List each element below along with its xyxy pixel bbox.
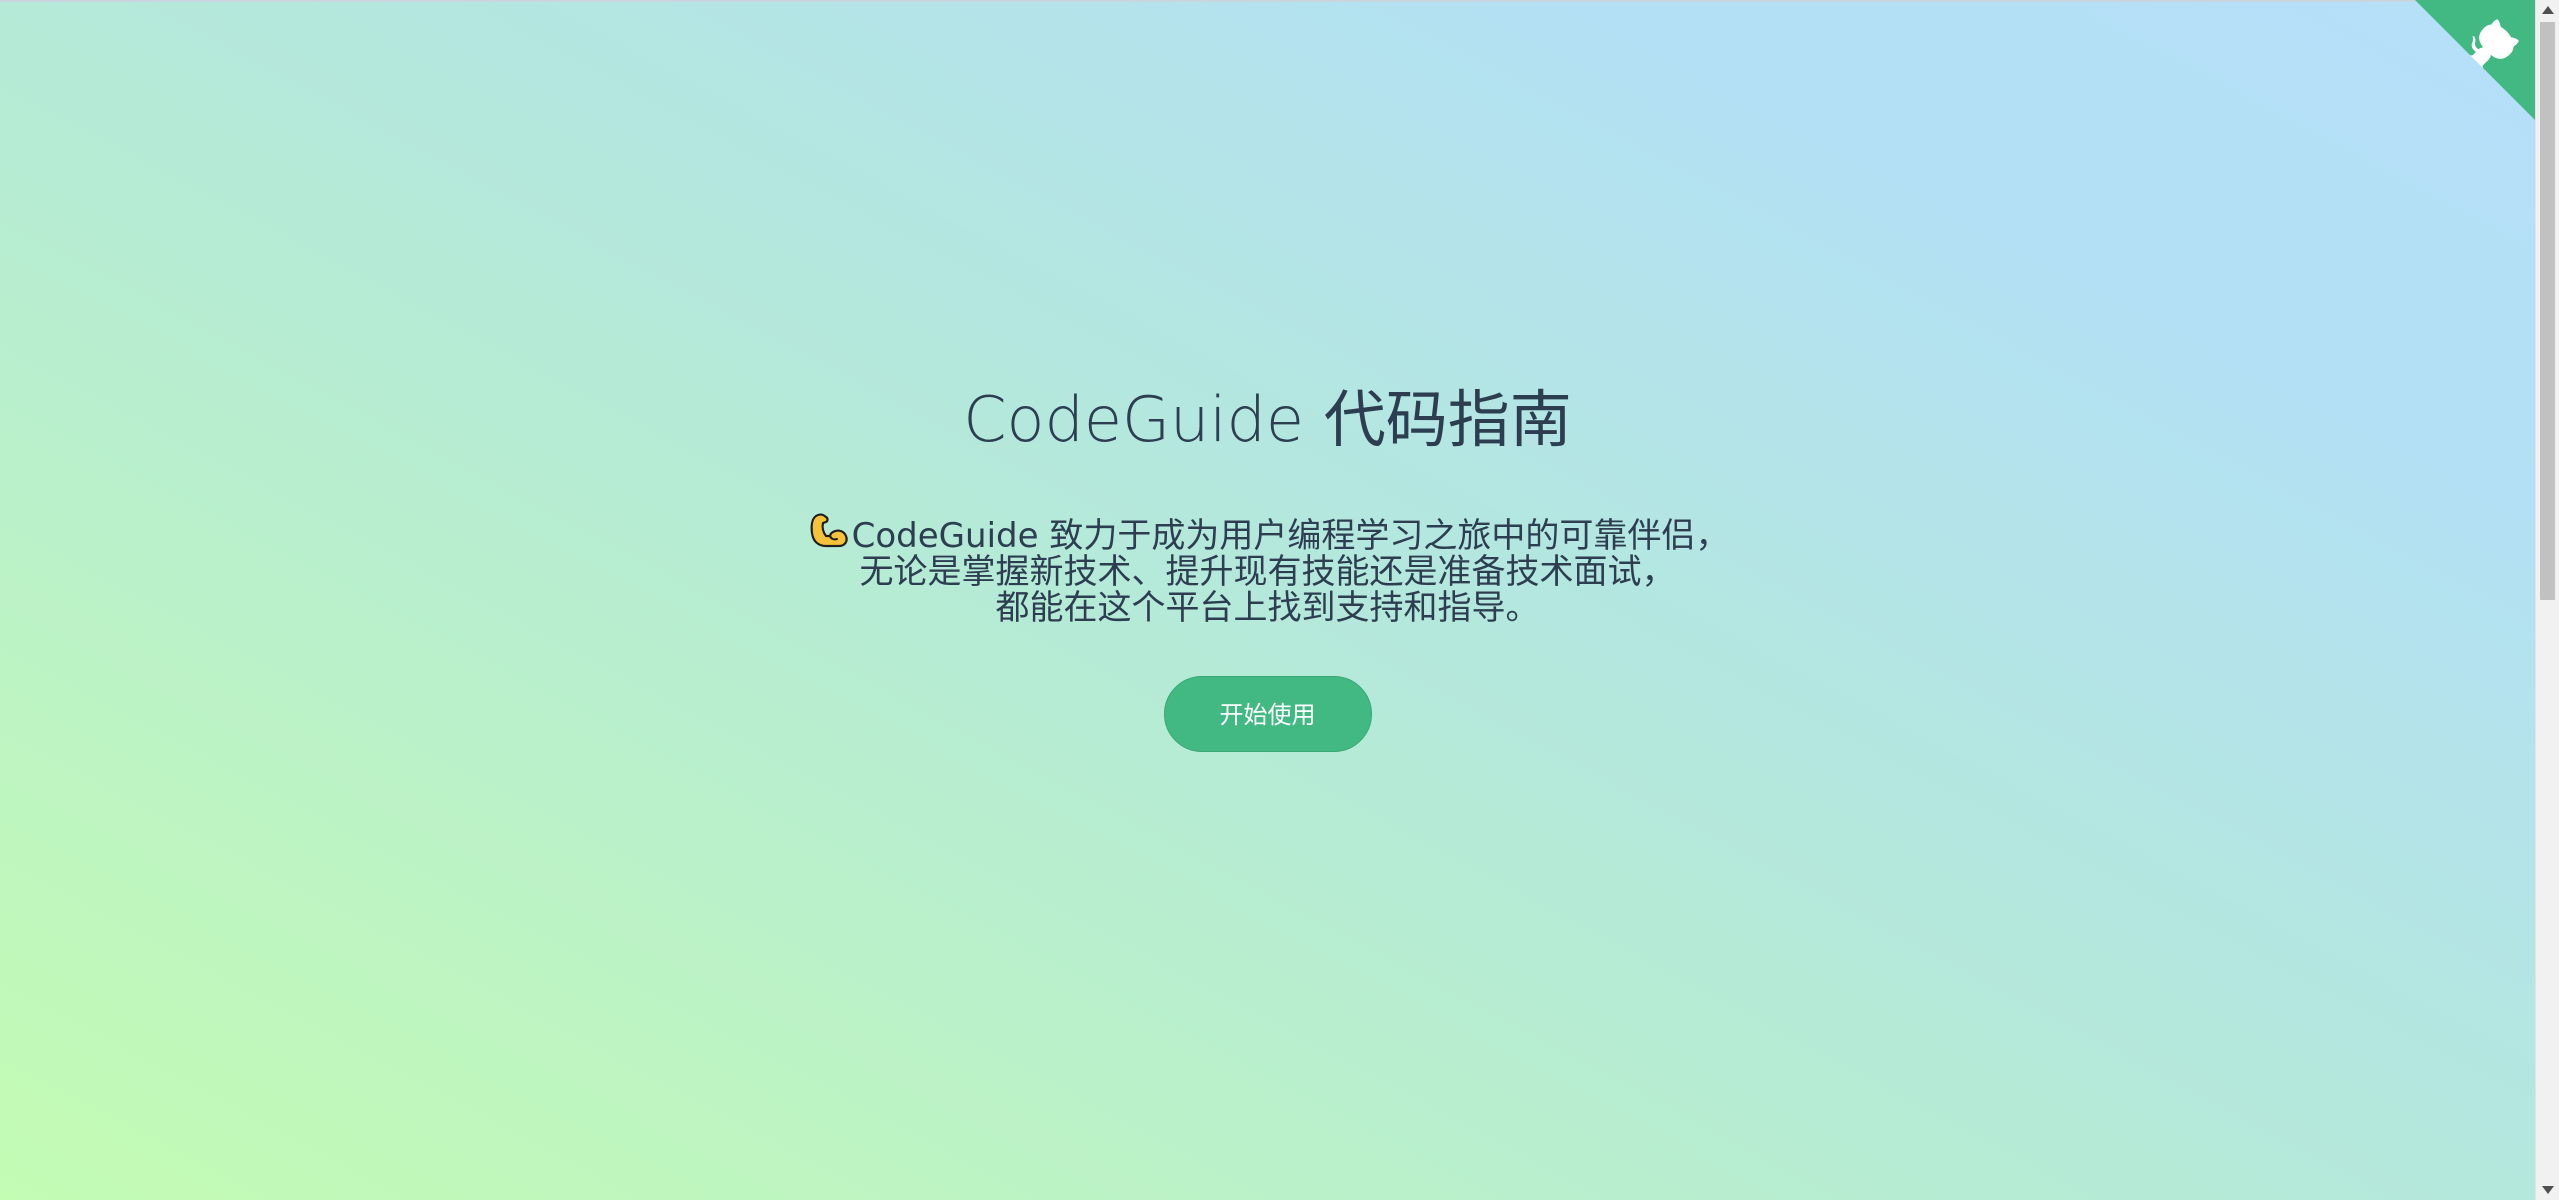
cover-description: CodeGuide 致力于成为用户编程学习之旅中的可靠伴侣， 无论是掌握新技术、… [718,509,1818,626]
description-line-1-text: CodeGuide 致力于成为用户编程学习之旅中的可靠伴侣， [851,515,1730,556]
page-title: CodeGuide 代码指南 [963,383,1572,456]
get-started-button[interactable]: 开始使用 [1163,675,1372,752]
description-line-1: CodeGuide 致力于成为用户编程学习之旅中的可靠伴侣， [718,509,1818,554]
vertical-scrollbar[interactable] [2535,0,2559,1200]
scroll-up-arrow-icon[interactable] [2542,6,2554,14]
flexed-biceps-icon [806,509,850,553]
description-line-2: 无论是掌握新技术、提升现有技能还是准备技术面试， [859,551,1676,592]
top-border [0,0,2535,2]
scroll-down-arrow-icon[interactable] [2542,1186,2554,1194]
github-octocat-icon [2415,0,2535,120]
description-line-3: 都能在这个平台上找到支持和指导。 [995,587,1540,628]
cover-section: CodeGuide 代码指南 CodeGuide 致力于成为用户编程学习之旅中的… [0,380,2535,752]
scrollbar-thumb[interactable] [2540,22,2555,600]
page-viewport: CodeGuide 代码指南 CodeGuide 致力于成为用户编程学习之旅中的… [0,0,2535,1200]
github-corner-link[interactable] [2415,0,2535,120]
